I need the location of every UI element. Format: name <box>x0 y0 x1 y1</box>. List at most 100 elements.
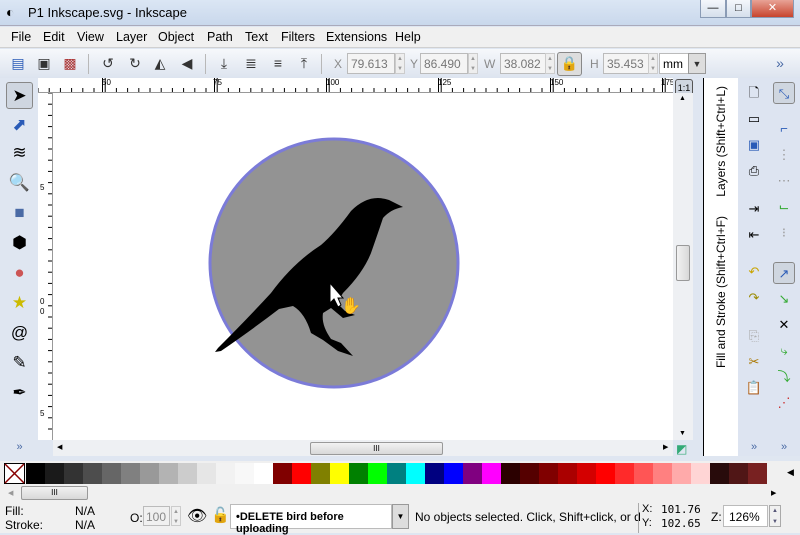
color-swatch[interactable] <box>482 463 501 484</box>
vertical-scroll-thumb[interactable] <box>676 245 690 281</box>
color-swatch[interactable] <box>159 463 178 484</box>
node-tool-icon[interactable]: ⬈ <box>6 112 33 139</box>
color-swatch[interactable] <box>406 463 425 484</box>
opacity-spinner[interactable]: ▲ ▼ <box>171 506 181 526</box>
flip-horizontal-icon[interactable]: ◭ <box>150 53 170 73</box>
tab-layers[interactable]: Layers (Shift+Ctrl+L) <box>714 86 728 197</box>
color-swatch[interactable] <box>330 463 349 484</box>
color-swatch[interactable] <box>64 463 83 484</box>
deselect-icon[interactable]: ▩ <box>60 53 80 73</box>
ellipse-tool-icon[interactable]: ● <box>6 260 33 287</box>
zoom-spinner[interactable]: ▲ ▼ <box>769 505 781 527</box>
raise-to-top-icon[interactable]: ⤒ <box>294 53 314 73</box>
width-field[interactable]: 38.082 <box>500 53 548 74</box>
zoom-tool-icon[interactable]: 🔍 <box>6 170 33 197</box>
color-swatch[interactable] <box>501 463 520 484</box>
current-layer-select[interactable]: •DELETE bird before uploading <box>230 504 392 535</box>
color-swatch[interactable] <box>539 463 558 484</box>
lower-icon[interactable]: ≣ <box>241 53 261 73</box>
color-swatch[interactable] <box>273 463 292 484</box>
open-icon[interactable]: ▭ <box>743 108 765 130</box>
color-swatch[interactable] <box>463 463 482 484</box>
color-swatch[interactable] <box>710 463 729 484</box>
color-swatch[interactable] <box>444 463 463 484</box>
maximize-button[interactable]: □ <box>726 0 751 18</box>
print-icon[interactable]: ⎙ <box>743 160 765 182</box>
snap-paths-icon[interactable]: ↘ <box>773 288 795 310</box>
snap-intersection-icon[interactable]: ✕ <box>773 314 795 336</box>
menu-extensions[interactable]: Extensions <box>326 30 387 44</box>
flip-vertical-icon[interactable]: ◀ <box>177 53 197 73</box>
color-swatch[interactable] <box>577 463 596 484</box>
stroke-value[interactable]: N/A <box>75 518 95 532</box>
undo-icon[interactable]: ↶ <box>743 261 765 283</box>
x-field[interactable]: 79.613 <box>347 53 395 74</box>
pen-tool-icon[interactable]: ✒ <box>6 380 33 407</box>
menu-edit[interactable]: Edit <box>43 30 65 44</box>
height-spinner[interactable]: ▲ ▼ <box>648 53 658 74</box>
export-icon[interactable]: ⇤ <box>743 224 765 246</box>
x-spinner[interactable]: ▲ ▼ <box>395 53 405 74</box>
snap-bbox-center-icon[interactable]: ⁝ <box>773 222 795 244</box>
snap-midpoints-icon[interactable]: ⤵ <box>773 366 795 388</box>
snap-centers-icon[interactable]: ⋰ <box>773 392 795 414</box>
snap-more-icon[interactable]: » <box>773 436 795 458</box>
color-swatch[interactable] <box>615 463 634 484</box>
snap-smooth-nodes-icon[interactable]: ⤷ <box>773 340 795 362</box>
palette-scroll-left-icon[interactable]: ◀ <box>8 489 13 497</box>
color-swatch[interactable] <box>558 463 577 484</box>
unit-dropdown-icon[interactable]: ▼ <box>688 53 706 74</box>
color-swatch[interactable] <box>672 463 691 484</box>
fill-value[interactable]: N/A <box>75 504 95 518</box>
snap-bbox-midpoint-icon[interactable]: ⌙ <box>773 196 795 218</box>
color-swatch[interactable] <box>729 463 748 484</box>
vertical-scrollbar[interactable]: ▲ ▼ <box>673 93 693 440</box>
palette-scrollbar[interactable]: ◀ III ▶ <box>0 485 800 503</box>
layer-unlock-icon[interactable]: 🔓 <box>211 506 230 524</box>
minimize-button[interactable]: — <box>700 0 726 18</box>
opacity-field[interactable]: 100 <box>143 506 170 526</box>
more-button[interactable]: » <box>770 53 790 73</box>
color-swatch[interactable] <box>26 463 45 484</box>
menu-help[interactable]: Help <box>395 30 421 44</box>
scroll-down-icon[interactable]: ▼ <box>679 430 686 437</box>
layer-dropdown-icon[interactable]: ▼ <box>392 504 409 529</box>
height-field[interactable]: 35.453 <box>603 53 651 74</box>
color-swatch[interactable] <box>216 463 235 484</box>
snap-nodes-icon[interactable]: ↗ <box>773 262 795 284</box>
select-all-layers-icon[interactable]: ▣ <box>34 53 54 73</box>
toolbox-more-icon[interactable]: » <box>6 434 33 461</box>
color-swatch[interactable] <box>596 463 615 484</box>
paste-icon[interactable]: 📋 <box>743 377 765 399</box>
horizontal-scroll-thumb[interactable]: III <box>310 442 443 455</box>
width-spinner[interactable]: ▲ ▼ <box>545 53 555 74</box>
color-swatch[interactable] <box>197 463 216 484</box>
unit-select[interactable]: mm <box>659 53 689 74</box>
color-swatch[interactable] <box>425 463 444 484</box>
menu-path[interactable]: Path <box>207 30 233 44</box>
cut-icon[interactable]: ✂ <box>743 351 765 373</box>
horizontal-scrollbar[interactable]: ◀ III ▶ <box>53 440 673 456</box>
drawing-canvas[interactable]: ✋ <box>53 93 673 440</box>
close-button[interactable]: ✕ <box>751 0 794 18</box>
color-swatch[interactable] <box>235 463 254 484</box>
menu-filters[interactable]: Filters <box>281 30 315 44</box>
menu-view[interactable]: View <box>77 30 104 44</box>
pencil-tool-icon[interactable]: ✎ <box>6 350 33 377</box>
lock-ratio-icon[interactable]: 🔒 <box>557 52 582 76</box>
rotate-cw-icon[interactable]: ↻ <box>125 53 145 73</box>
color-swatch[interactable] <box>748 463 767 484</box>
no-paint-swatch[interactable] <box>4 463 25 484</box>
spiral-tool-icon[interactable]: @ <box>6 320 33 347</box>
color-swatch[interactable] <box>387 463 406 484</box>
snap-bbox-edge-icon[interactable]: ⋮ <box>773 144 795 166</box>
color-swatch[interactable] <box>311 463 330 484</box>
color-swatch[interactable] <box>520 463 539 484</box>
color-swatch[interactable] <box>653 463 672 484</box>
tab-fill-and-stroke[interactable]: Fill and Stroke (Shift+Ctrl+F) <box>714 216 728 368</box>
3d-box-tool-icon[interactable]: ⬢ <box>6 230 33 257</box>
color-swatch[interactable] <box>349 463 368 484</box>
color-swatch[interactable] <box>634 463 653 484</box>
palette-scroll-right-icon[interactable]: ▶ <box>771 489 776 497</box>
menu-layer[interactable]: Layer <box>116 30 147 44</box>
